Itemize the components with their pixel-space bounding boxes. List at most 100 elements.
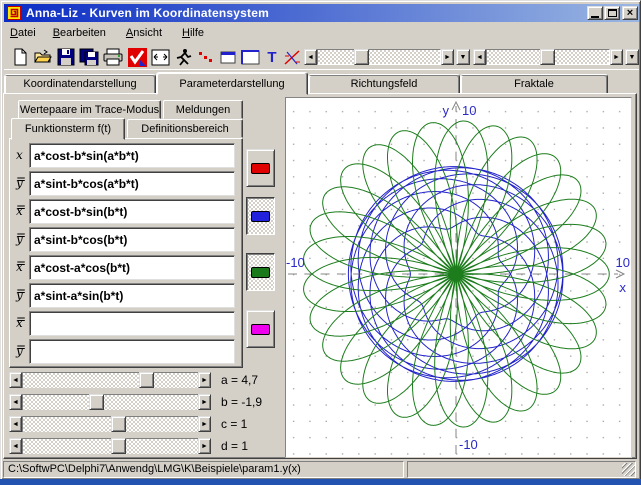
slider-d-track[interactable]: [22, 438, 198, 454]
graph-line-button[interactable]: [281, 46, 303, 68]
print-button[interactable]: [102, 46, 124, 68]
slider1-left-arrow[interactable]: ◄: [304, 49, 317, 65]
color-button-green[interactable]: [246, 253, 275, 291]
save-all-icon: [79, 48, 99, 66]
toolbar-slider-2[interactable]: ◄ ►: [473, 49, 623, 65]
slider-c-left-arrow[interactable]: ◄: [9, 416, 22, 432]
slider1-track[interactable]: [317, 49, 441, 65]
subtab-label: Definitionsbereich: [141, 123, 228, 135]
slider2-right-arrow[interactable]: ►: [610, 49, 623, 65]
slider1-right-arrow[interactable]: ►: [441, 49, 454, 65]
tab-label: Koordinatendarstellung: [23, 78, 136, 90]
slider1-thumb[interactable]: [354, 49, 369, 65]
slider-d-right-arrow[interactable]: ►: [198, 438, 211, 454]
open-button[interactable]: [32, 46, 54, 68]
slider-c[interactable]: ◄ ►: [9, 416, 211, 432]
text-button[interactable]: T: [261, 46, 283, 68]
slider-d-left-arrow[interactable]: ◄: [9, 438, 22, 454]
subtab-label: Meldungen: [176, 104, 230, 116]
close-button[interactable]: ×: [622, 6, 638, 20]
slider-c-right-arrow[interactable]: ►: [198, 416, 211, 432]
x1-input[interactable]: [29, 143, 235, 168]
subtab-wertepaare[interactable]: Wertepaare im Trace-Modus: [18, 100, 161, 119]
bottom-strip: [0, 479, 641, 485]
y2-input[interactable]: [29, 227, 235, 252]
slider-a-thumb[interactable]: [139, 372, 154, 388]
slider-b-right-arrow[interactable]: ►: [198, 394, 211, 410]
trace-points-button[interactable]: [195, 46, 217, 68]
y3-input[interactable]: [29, 283, 235, 308]
param-c-value: c = 1: [221, 416, 283, 432]
new-file-icon: [11, 48, 29, 66]
runner-icon: [175, 48, 192, 67]
plot-area[interactable]: y 10 -10 -10 10 x: [285, 97, 632, 458]
toolbar: T ◄ ► ▼ ◄ ► ▼: [4, 44, 639, 70]
menu-ansicht[interactable]: Ansicht: [120, 25, 168, 41]
slider1-dropdown-button[interactable]: ▼: [456, 49, 470, 65]
save-all-button[interactable]: [78, 46, 100, 68]
slider-a[interactable]: ◄ ►: [9, 372, 211, 388]
slider-b-left-arrow[interactable]: ◄: [9, 394, 22, 410]
tab-fraktale[interactable]: Fraktale: [460, 74, 608, 94]
x2-input[interactable]: [29, 199, 235, 224]
formula-panel: x = y = x = y = x = y = x = y =: [9, 138, 243, 368]
status-path: C:\SoftwPC\Delphi7\Anwendg\LMG\K\Beispie…: [3, 461, 404, 478]
menu-datei[interactable]: Datei: [4, 25, 42, 41]
large-frame-button[interactable]: [239, 46, 261, 68]
slider-b[interactable]: ◄ ►: [9, 394, 211, 410]
subtab-meldungen[interactable]: Meldungen: [163, 100, 243, 119]
status-panel-2: [407, 461, 636, 478]
slider2-left-arrow[interactable]: ◄: [473, 49, 486, 65]
y1-input[interactable]: [29, 171, 235, 196]
slider-d-thumb[interactable]: [111, 438, 126, 454]
slider-b-thumb[interactable]: [89, 394, 104, 410]
green-swatch: [251, 267, 270, 278]
y-axis-label: y: [443, 103, 450, 118]
tab-koordinatendarstellung[interactable]: Koordinatendarstellung: [4, 74, 156, 94]
toolbar-slider-1[interactable]: ◄ ►: [304, 49, 454, 65]
title-bar[interactable]: Anna-Liz - Kurven im Koordinatensystem ×: [4, 4, 639, 22]
fit-width-button[interactable]: [149, 46, 171, 68]
tab-parameterdarstellung[interactable]: Parameterdarstellung: [156, 72, 308, 95]
check-button[interactable]: [126, 46, 148, 68]
small-frame-button[interactable]: [217, 46, 239, 68]
slider-a-right-arrow[interactable]: ►: [198, 372, 211, 388]
maximize-button[interactable]: [604, 6, 620, 20]
slider-a-track[interactable]: [22, 372, 198, 388]
x4-input[interactable]: [29, 311, 235, 336]
slider-c-track[interactable]: [22, 416, 198, 432]
slider-d[interactable]: ◄ ►: [9, 438, 211, 454]
menu-bearbeiten[interactable]: Bearbeiten: [47, 25, 112, 41]
save-button[interactable]: [55, 46, 77, 68]
minimize-button[interactable]: [587, 6, 603, 20]
tab-richtungsfeld[interactable]: Richtungsfeld: [308, 74, 460, 94]
check-red-icon: [128, 48, 147, 67]
text-icon: T: [267, 49, 276, 66]
resize-grip[interactable]: [622, 463, 635, 476]
subtab-definitionsbereich[interactable]: Definitionsbereich: [127, 119, 243, 138]
color-button-red[interactable]: [246, 149, 275, 187]
color-button-magenta[interactable]: [246, 310, 275, 348]
subtab-funktionsterm[interactable]: Funktionsterm f(t): [11, 118, 125, 140]
menu-hilfe[interactable]: Hilfe: [176, 25, 210, 41]
color-button-blue[interactable]: [246, 197, 275, 235]
slider2-dropdown-button[interactable]: ▼: [625, 49, 639, 65]
new-file-button[interactable]: [9, 46, 31, 68]
red-swatch: [251, 163, 270, 174]
small-frame-icon: [220, 51, 236, 64]
open-folder-icon: [34, 48, 53, 66]
param-a-value: a = 4,7: [221, 372, 283, 388]
app-spiral-icon: [7, 6, 21, 20]
x3-input[interactable]: [29, 255, 235, 280]
magenta-swatch: [251, 324, 270, 335]
slider-c-thumb[interactable]: [111, 416, 126, 432]
slider-b-track[interactable]: [22, 394, 198, 410]
x-axis-label: x: [620, 280, 627, 295]
slider2-thumb[interactable]: [540, 49, 555, 65]
trace-points-icon: [198, 50, 214, 64]
x-max-tick: 10: [616, 255, 630, 270]
y4-input[interactable]: [29, 339, 235, 364]
slider-a-left-arrow[interactable]: ◄: [9, 372, 22, 388]
minimize-icon: [591, 16, 599, 18]
start-button[interactable]: [172, 46, 194, 68]
